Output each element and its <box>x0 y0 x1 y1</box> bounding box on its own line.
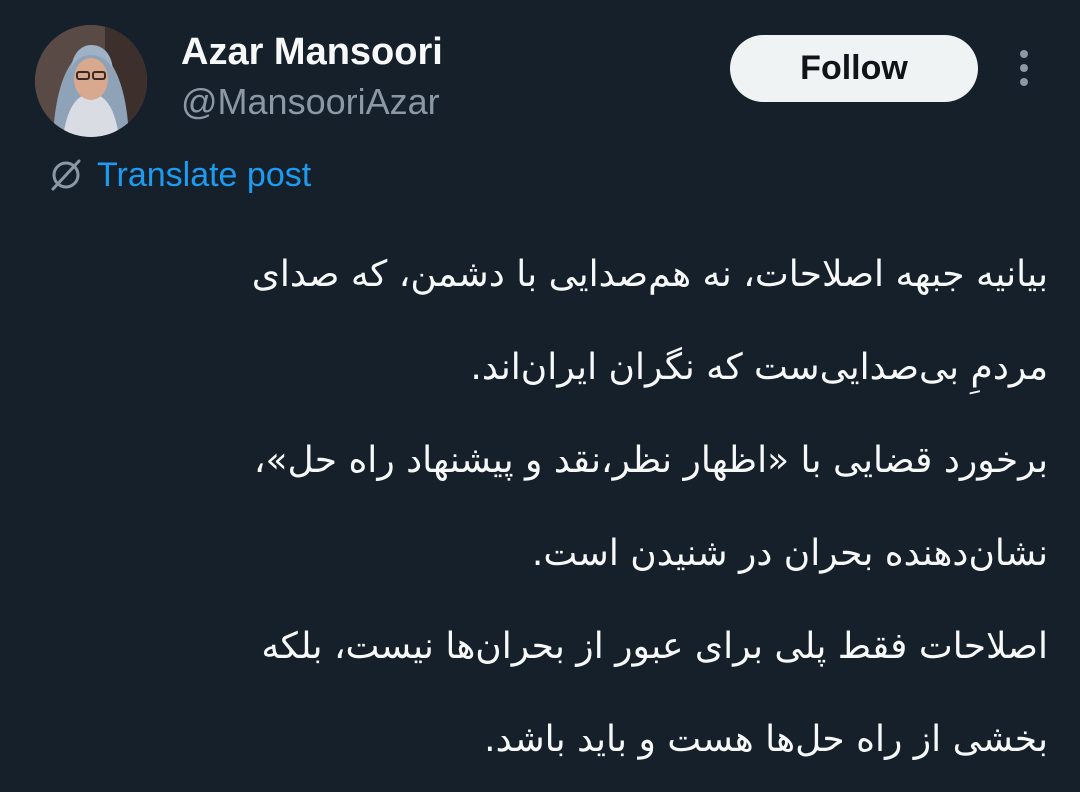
avatar-image <box>35 25 147 137</box>
translate-icon <box>51 159 81 191</box>
post-line: بخشی از راه حل‌ها هست و باید باشد. <box>484 719 1048 760</box>
translate-post-label: Translate post <box>97 155 312 194</box>
post-line: بیانیه جبهه اصلاحات، نه هم‌صدایی با دشمن… <box>251 254 1048 295</box>
more-button[interactable] <box>1006 46 1042 90</box>
avatar[interactable] <box>35 25 147 137</box>
post-line: برخورد قضایی با «اظهار نظر،نقد و پیشنهاد… <box>253 440 1048 481</box>
more-vertical-icon <box>1020 50 1028 86</box>
author-display-name[interactable]: Azar Mansoori <box>181 30 443 74</box>
translate-post-link[interactable]: Translate post <box>45 152 311 198</box>
follow-button[interactable]: Follow <box>730 35 978 102</box>
post-text: بیانیه جبهه اصلاحات، نه هم‌صدایی با دشمن… <box>40 228 1048 786</box>
post-line: اصلاحات فقط پلی برای عبور از بحران‌ها نی… <box>261 626 1048 667</box>
post-line: مردمِ بی‌صدایی‌ست که نگران ایران‌اند. <box>470 347 1048 388</box>
author-handle[interactable]: @MansooriAzar <box>181 80 440 124</box>
post-line: نشان‌دهنده بحران در شنیدن است. <box>531 533 1048 574</box>
